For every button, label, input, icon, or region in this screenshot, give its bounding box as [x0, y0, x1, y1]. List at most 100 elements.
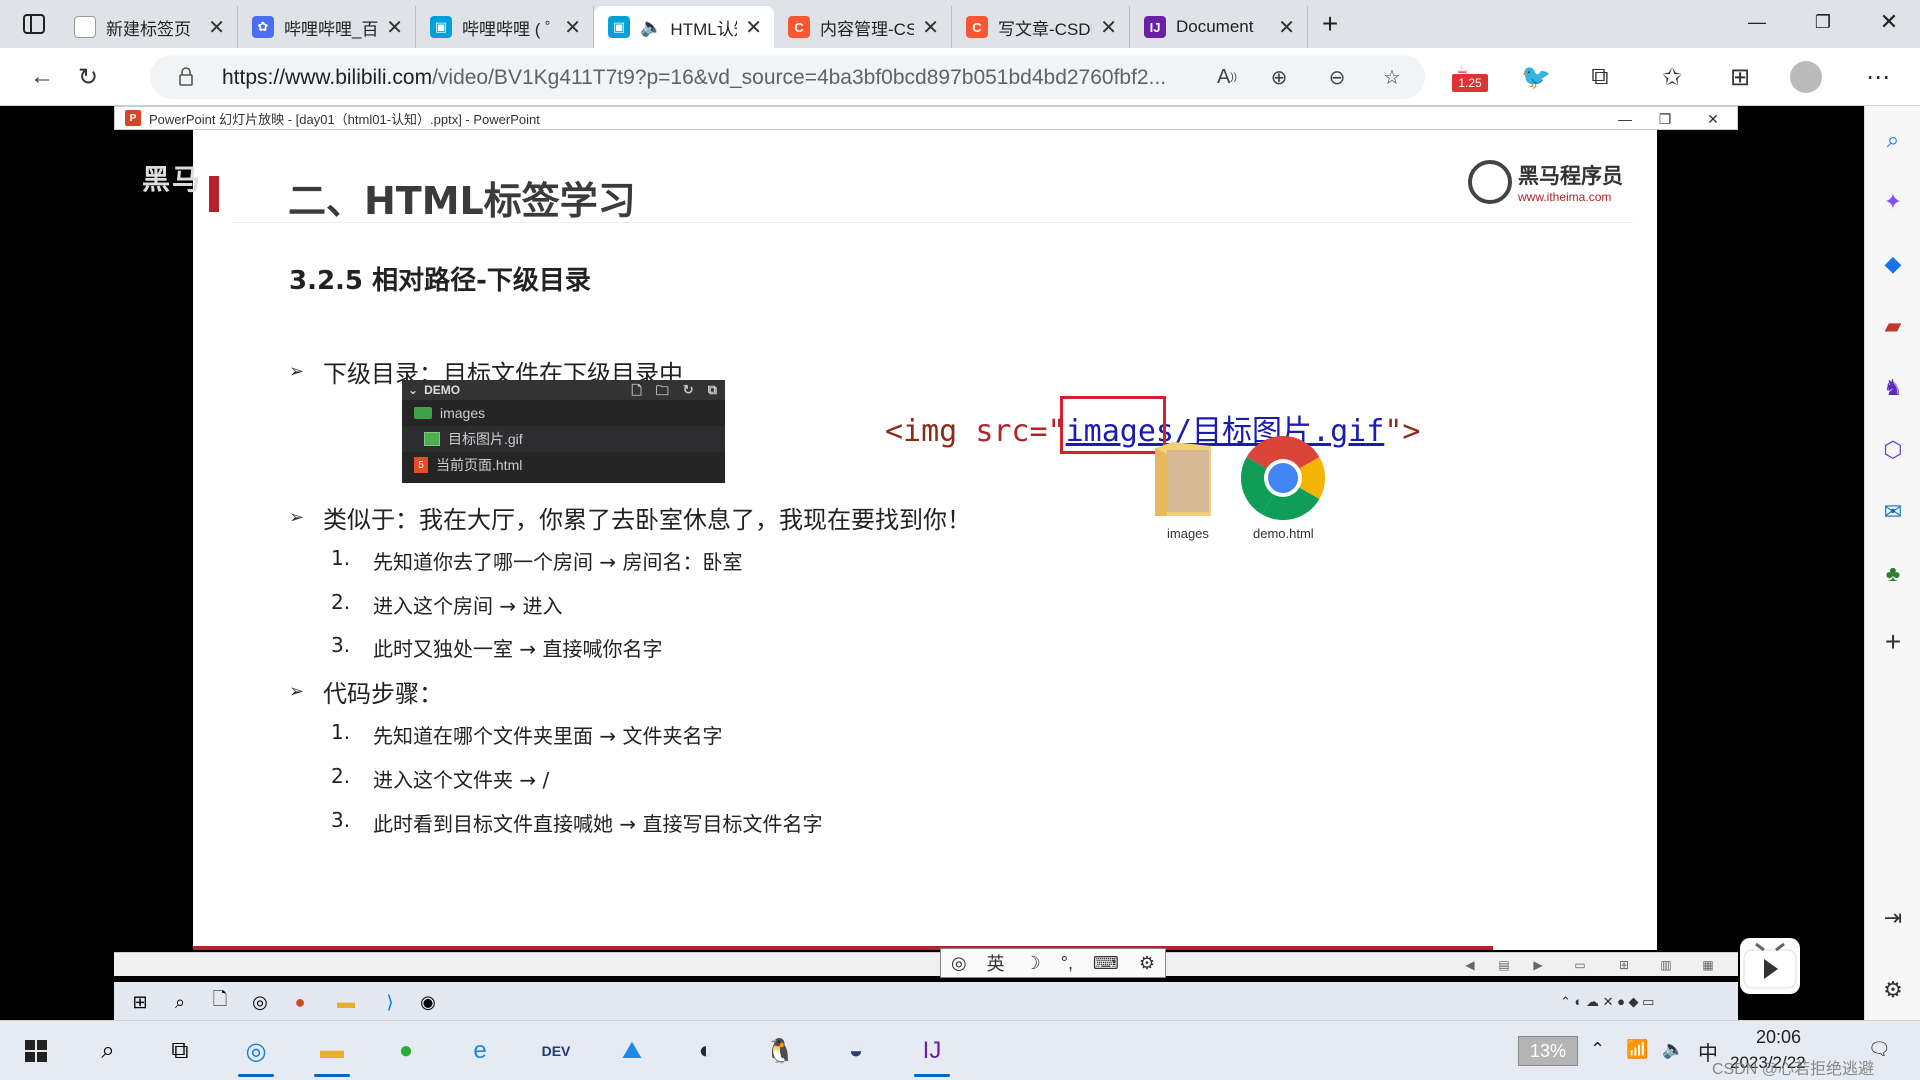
- url-text[interactable]: https://www.bilibili.com/video/BV1Kg411T…: [222, 66, 1222, 90]
- search-icon: ⌕: [174, 991, 186, 1012]
- edge-icon[interactable]: ◎: [236, 1031, 276, 1077]
- url-path: /video/BV1Kg411T7t9?p=16&vd_source=4ba3b…: [432, 66, 1167, 89]
- step-text: 先知道你去了哪一个房间 → 房间名：卧室: [373, 550, 743, 574]
- lock-icon[interactable]: [178, 67, 194, 92]
- photos-icon[interactable]: ⛰: [612, 1031, 652, 1071]
- settings-icon: ⚙: [1138, 952, 1156, 973]
- tree-header: ⌄ DEMO 🗋 🗀 ↻ ⧉: [402, 380, 725, 400]
- browser-toolbar: ← ↻ https://www.bilibili.com/video/BV1Kg…: [0, 48, 1920, 106]
- new-file-icon: 🗋: [631, 383, 642, 398]
- recorded-taskbar: ⊞ ⌕ 🗋 ◎ ● ▬ ⟩ ◉ ⌃ ◐ ☁ ✕ ● ◆ ▭: [114, 982, 1738, 1022]
- step-text: 进入这个房间 → 进入: [373, 594, 563, 618]
- favorites-icon[interactable]: ✩: [1652, 58, 1692, 96]
- steam-icon[interactable]: ◐: [686, 1031, 726, 1071]
- windows-start-icon[interactable]: [16, 1031, 56, 1071]
- csdn-icon: C: [788, 16, 810, 38]
- back-button[interactable]: ←: [22, 58, 62, 96]
- extensions-icon[interactable]: ⧉: [1580, 58, 1620, 96]
- tree-folder-name: images: [440, 405, 486, 421]
- outlook-icon[interactable]: ✉: [1879, 498, 1907, 526]
- add-sidebar-app-icon[interactable]: +: [1879, 626, 1907, 657]
- notifications-icon[interactable]: 🗨: [1868, 1039, 1891, 1060]
- tree-file-row: 5 当前页面.html: [402, 452, 725, 478]
- step-item: 3. 此时看到目标文件直接喊她 → 直接写目标文件名字: [331, 808, 822, 837]
- close-icon[interactable]: ✕: [386, 15, 403, 40]
- step-number: 3.: [331, 808, 351, 832]
- close-icon[interactable]: ✕: [1278, 15, 1295, 40]
- video-speed-extension-icon[interactable]: ☕ 1.25: [1448, 58, 1492, 96]
- add-to-collections-icon[interactable]: ⊕: [1262, 62, 1296, 92]
- tab-csdn-content[interactable]: C 内容管理-CSDN ✕: [774, 6, 952, 48]
- speaker-icon[interactable]: 🔈: [640, 17, 662, 38]
- tab-bilibili-home[interactable]: ▣ 哔哩哔哩 ( ゜- ゜ ✕: [416, 6, 594, 48]
- more-menu-icon[interactable]: ⋯: [1858, 58, 1898, 96]
- tree-icon[interactable]: ♣: [1879, 560, 1907, 588]
- zoom-out-icon[interactable]: ⊖: [1320, 62, 1354, 92]
- microsoft365-icon[interactable]: ⬡: [1879, 436, 1907, 464]
- url-host: https://www.bilibili.com: [222, 66, 433, 89]
- tab-label: 哔哩哔哩 ( ゜- ゜: [462, 19, 557, 39]
- bullet-text: 类似于：我在大厅，你累了去卧室休息了，我现在要找到你！: [323, 506, 971, 534]
- wechat-icon[interactable]: ●: [386, 1031, 426, 1071]
- chrome-caption: demo.html: [1253, 526, 1314, 541]
- ie-icon[interactable]: e: [460, 1031, 500, 1071]
- edge-sidebar: ⌕ ✦ ◆ ▰ ♞ ⬡ ✉ ♣ + ⇥ ⚙: [1864, 106, 1920, 1040]
- tab-csdn-write[interactable]: C 写文章-CSDN博 ✕: [952, 6, 1130, 48]
- profile-avatar[interactable]: [1786, 58, 1826, 96]
- task-view-icon[interactable]: ⧉: [160, 1031, 200, 1071]
- read-aloud-icon[interactable]: A)): [1210, 62, 1244, 92]
- step-text: 此时看到目标文件直接喊她 → 直接写目标文件名字: [373, 812, 823, 836]
- close-icon[interactable]: ✕: [208, 15, 225, 40]
- search-icon[interactable]: ⌕: [88, 1031, 128, 1071]
- devcpp-icon[interactable]: DEV: [536, 1031, 576, 1071]
- bullet-text: 代码步骤：: [323, 680, 443, 708]
- volume-icon[interactable]: 🔈: [1662, 1039, 1684, 1060]
- file-explorer-icon[interactable]: ▬: [312, 1031, 352, 1077]
- clock-time[interactable]: 20:06: [1756, 1027, 1801, 1048]
- tray-expand-icon[interactable]: ⌃: [1590, 1039, 1605, 1060]
- video-player[interactable]: P PowerPoint 幻灯片放映 - [day01（html01-认知）.p…: [0, 106, 1864, 1040]
- tab-new-tab[interactable]: 新建标签页 ✕: [60, 6, 238, 48]
- baidu-paw-icon: ✿: [252, 16, 274, 38]
- vscode-icon: ⟩: [386, 991, 394, 1012]
- collections-icon[interactable]: ⊞: [1720, 58, 1760, 96]
- search-icon[interactable]: ⌕: [1879, 126, 1907, 154]
- address-bar[interactable]: https://www.bilibili.com/video/BV1Kg411T…: [150, 55, 1425, 99]
- tab-html-video[interactable]: ▣ 🔈 HTML认知 ✕: [594, 6, 774, 48]
- tab-label: Document: [1176, 17, 1254, 36]
- refresh-icon: ↻: [682, 382, 694, 397]
- overlay-logo: 黑马: [142, 164, 203, 195]
- eclipse-icon[interactable]: ◒: [836, 1031, 876, 1071]
- qq-icon[interactable]: 🐧: [760, 1031, 800, 1071]
- sidebar-settings-icon[interactable]: ⚙: [1879, 976, 1907, 1004]
- refresh-button[interactable]: ↻: [68, 58, 108, 96]
- favorite-star-icon[interactable]: ☆: [1375, 62, 1409, 92]
- new-tab-button[interactable]: +: [1312, 8, 1348, 40]
- mini-player-button[interactable]: [1740, 938, 1800, 994]
- step-item: 1. 先知道在哪个文件夹里面 → 文件夹名字: [331, 720, 722, 749]
- bird-extension-icon[interactable]: 🐦: [1516, 58, 1556, 96]
- brand-name: 黑马程序员: [1518, 165, 1623, 188]
- close-icon[interactable]: ✕: [1100, 15, 1117, 40]
- powerpoint-icon: ●: [294, 991, 306, 1012]
- intellij-icon[interactable]: IJ: [912, 1031, 952, 1077]
- close-window-button[interactable]: ✕: [1856, 0, 1920, 44]
- close-icon[interactable]: ✕: [745, 15, 762, 40]
- tab-document[interactable]: IJ Document ✕: [1130, 6, 1308, 48]
- minimize-button[interactable]: —: [1724, 0, 1790, 44]
- shopping-tag-icon[interactable]: ◆: [1879, 250, 1907, 278]
- close-icon[interactable]: ✕: [922, 15, 939, 40]
- close-icon[interactable]: ✕: [564, 15, 581, 40]
- tools-briefcase-icon[interactable]: ▰: [1879, 312, 1907, 340]
- copilot-sparkle-icon[interactable]: ✦: [1879, 188, 1907, 216]
- code-close: ">: [1384, 414, 1421, 449]
- restore-button[interactable]: ❐: [1790, 0, 1856, 44]
- tab-actions-icon[interactable]: [16, 8, 52, 40]
- tree-file-name: 目标图片.gif: [448, 431, 523, 447]
- games-icon[interactable]: ♞: [1879, 374, 1907, 402]
- battery-indicator[interactable]: 13%: [1518, 1036, 1578, 1066]
- wifi-icon[interactable]: 📶: [1626, 1039, 1648, 1060]
- section-subtitle: 3.2.5 相对路径-下级目录: [289, 266, 591, 296]
- hide-sidebar-icon[interactable]: ⇥: [1879, 904, 1907, 932]
- tab-baidu[interactable]: ✿ 哔哩哔哩_百度 ✕: [238, 6, 416, 48]
